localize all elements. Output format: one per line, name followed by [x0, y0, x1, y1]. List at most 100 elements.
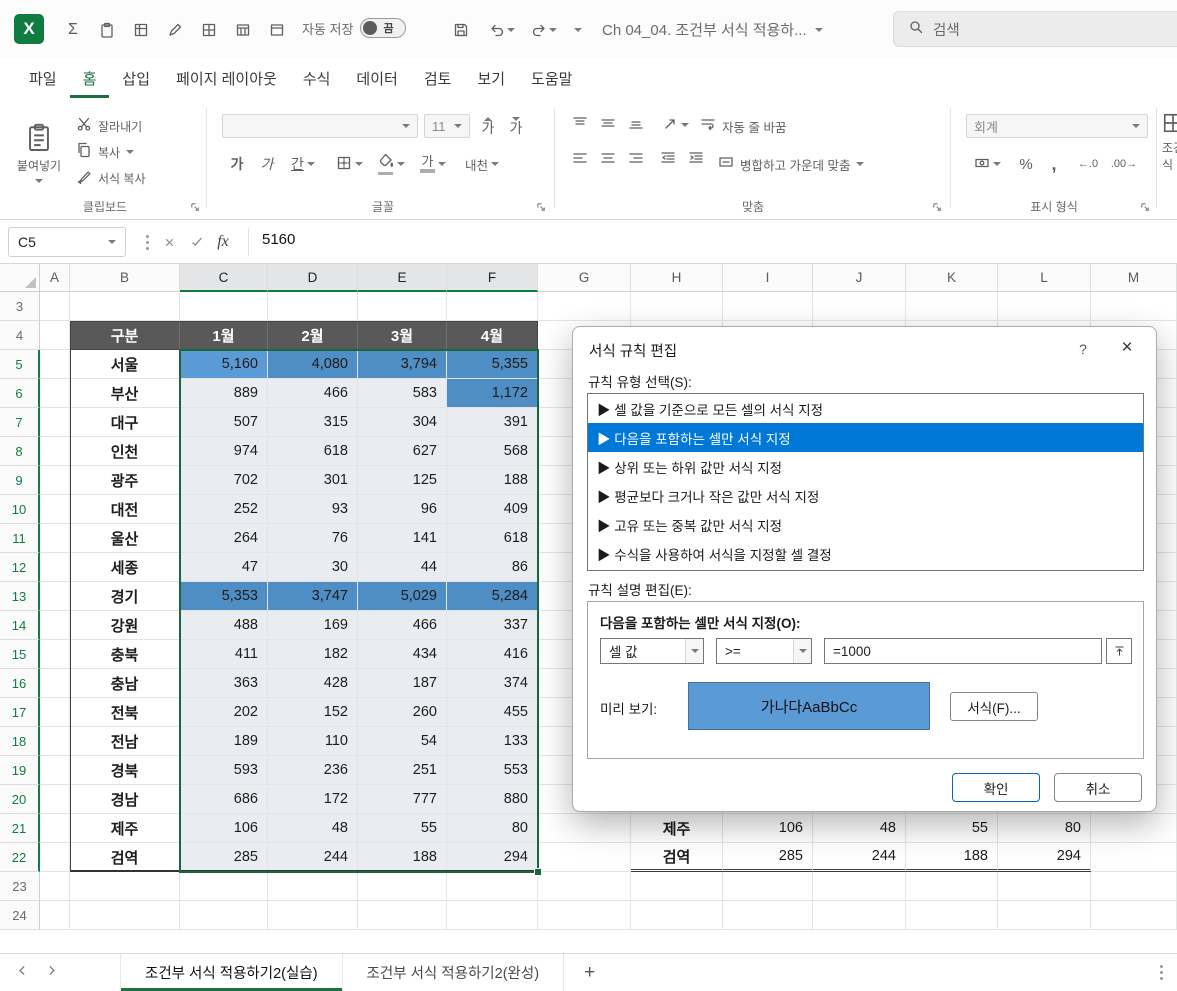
font-dialog-launcher-icon[interactable] [536, 200, 550, 214]
row-header-14[interactable]: 14 [0, 611, 40, 640]
number-grid-icon[interactable] [130, 20, 152, 40]
autosave-pill[interactable]: 끔 [360, 18, 407, 38]
align-right-button[interactable] [624, 148, 648, 172]
cell-B14[interactable]: 강원 [70, 611, 180, 640]
font-name-select[interactable] [222, 114, 418, 138]
excel-logo-icon[interactable]: X [14, 14, 44, 44]
cell-A24[interactable] [40, 901, 70, 930]
cancel-entry-button[interactable] [158, 232, 180, 252]
cell-A9[interactable] [40, 466, 70, 495]
cell-C6[interactable]: 889 [180, 379, 268, 408]
row-header-6[interactable]: 6 [0, 379, 40, 408]
select-all-button[interactable] [0, 264, 40, 292]
column-header-F[interactable]: F [447, 264, 538, 292]
close-button[interactable]: × [1114, 335, 1140, 361]
cell-D17[interactable]: 152 [268, 698, 358, 727]
cell-D13[interactable]: 3,747 [268, 582, 358, 611]
cell-E4[interactable]: 3월 [358, 321, 447, 350]
cell-A12[interactable] [40, 553, 70, 582]
cell-A3[interactable] [40, 292, 70, 321]
cell-F12[interactable]: 86 [447, 553, 538, 582]
menu-tab-2[interactable]: 삽입 [109, 58, 163, 98]
menu-tab-5[interactable]: 데이터 [343, 58, 410, 98]
cell-C12[interactable]: 47 [180, 553, 268, 582]
cell-B4[interactable]: 구분 [70, 321, 180, 350]
chevron-down-icon[interactable] [685, 639, 703, 663]
document-title[interactable]: Ch 04_04. 조건부 서식 적용하... [602, 19, 823, 40]
cell-B8[interactable]: 인천 [70, 437, 180, 466]
cell-E8[interactable]: 627 [358, 437, 447, 466]
cell-G3[interactable] [538, 292, 631, 321]
cell-E5[interactable]: 3,794 [358, 350, 447, 379]
operand-type-select[interactable]: 셀 값 [600, 638, 704, 664]
cell-F24[interactable] [447, 901, 538, 930]
name-box[interactable]: C5 [8, 227, 126, 257]
cell-A10[interactable] [40, 495, 70, 524]
accounting-format-button[interactable] [966, 150, 1008, 178]
conditional-formatting-button[interactable]: 조건부 서식 [1162, 112, 1177, 173]
cell-E22[interactable]: 188 [358, 843, 447, 872]
cell-E20[interactable]: 777 [358, 785, 447, 814]
cell-F11[interactable]: 618 [447, 524, 538, 553]
comma-style-button[interactable]: , [1042, 150, 1066, 178]
column-header-D[interactable]: D [268, 264, 358, 292]
undo-icon[interactable] [486, 20, 508, 40]
help-button[interactable]: ? [1072, 341, 1094, 357]
row-header-23[interactable]: 23 [0, 872, 40, 901]
row-header-24[interactable]: 24 [0, 901, 40, 930]
row-header-5[interactable]: 5 [0, 350, 40, 379]
rule-type-item-2[interactable]: ▶ 상위 또는 하위 값만 서식 지정 [588, 452, 1143, 481]
sheet-tab-1[interactable]: 조건부 서식 적용하기2(완성) [343, 954, 565, 991]
italic-button[interactable]: 가 [254, 150, 280, 178]
cell-B9[interactable]: 광주 [70, 466, 180, 495]
cell-J22[interactable]: 244 [813, 843, 906, 872]
cell-G21[interactable] [538, 814, 631, 843]
chevron-down-icon[interactable] [548, 20, 558, 40]
cell-D19[interactable]: 236 [268, 756, 358, 785]
align-center-button[interactable] [596, 148, 620, 172]
cell-B6[interactable]: 부산 [70, 379, 180, 408]
rule-type-item-5[interactable]: ▶ 수식을 사용하여 서식을 지정할 셀 결정 [588, 539, 1143, 568]
cell-E13[interactable]: 5,029 [358, 582, 447, 611]
alignment-dialog-launcher-icon[interactable] [932, 200, 946, 214]
cell-D7[interactable]: 315 [268, 408, 358, 437]
cell-A7[interactable] [40, 408, 70, 437]
cell-E16[interactable]: 187 [358, 669, 447, 698]
merge-center-button[interactable]: 병합하고 가운데 맞춤 [718, 152, 865, 176]
cell-D6[interactable]: 466 [268, 379, 358, 408]
cell-M24[interactable] [1091, 901, 1177, 930]
cell-D21[interactable]: 48 [268, 814, 358, 843]
align-left-button[interactable] [568, 148, 592, 172]
column-header-A[interactable]: A [40, 264, 70, 292]
format-button[interactable]: 서식(F)... [950, 692, 1038, 721]
redo-icon[interactable] [528, 20, 550, 40]
cell-B22[interactable]: 검역 [70, 843, 180, 872]
cell-B24[interactable] [70, 901, 180, 930]
table-icon[interactable] [232, 20, 254, 40]
cell-C4[interactable]: 1월 [180, 321, 268, 350]
cell-C19[interactable]: 593 [180, 756, 268, 785]
qat-more-chevron-icon[interactable] [572, 20, 584, 40]
decrease-decimal-button[interactable]: .00→ [1108, 150, 1140, 178]
autosave-toggle[interactable]: 자동 저장 끔 [302, 18, 407, 38]
shrink-font-button[interactable]: 가 [504, 112, 528, 140]
cell-B21[interactable]: 제주 [70, 814, 180, 843]
cell-K3[interactable] [906, 292, 998, 321]
align-bottom-button[interactable] [624, 113, 648, 137]
cell-C13[interactable]: 5,353 [180, 582, 268, 611]
cell-E7[interactable]: 304 [358, 408, 447, 437]
cell-A17[interactable] [40, 698, 70, 727]
cell-E10[interactable]: 96 [358, 495, 447, 524]
cell-C7[interactable]: 507 [180, 408, 268, 437]
cell-A15[interactable] [40, 640, 70, 669]
cell-I21[interactable]: 106 [723, 814, 813, 843]
paste-button[interactable]: 붙여넣기 [12, 110, 66, 194]
row-header-17[interactable]: 17 [0, 698, 40, 727]
cell-C9[interactable]: 702 [180, 466, 268, 495]
cell-M3[interactable] [1091, 292, 1177, 321]
cell-B15[interactable]: 충북 [70, 640, 180, 669]
cell-F3[interactable] [447, 292, 538, 321]
decrease-indent-button[interactable] [656, 148, 680, 172]
cell-D18[interactable]: 110 [268, 727, 358, 756]
window-icon[interactable] [266, 20, 288, 40]
